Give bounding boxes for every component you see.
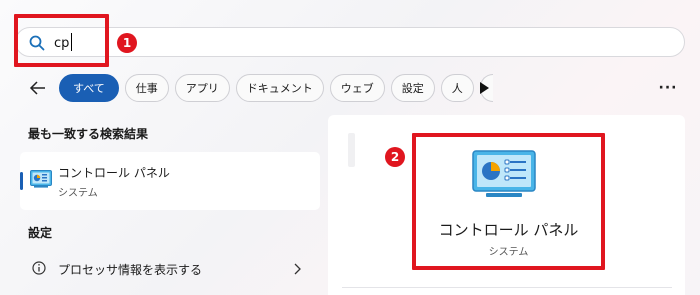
best-match-subtitle: システム — [58, 188, 98, 199]
preview-strip — [348, 133, 355, 167]
filter-chip-web[interactable]: ウェブ — [329, 74, 385, 102]
settings-heading: 設定 — [28, 226, 53, 240]
best-match-name: コントロール パネル — [58, 166, 170, 180]
filter-chip-all[interactable]: すべて — [59, 74, 119, 102]
play-icon[interactable] — [478, 81, 490, 95]
filter-chip-people[interactable]: 人 — [440, 74, 474, 102]
back-arrow-icon[interactable] — [28, 78, 48, 98]
filter-chip-apps[interactable]: アプリ — [174, 74, 230, 102]
setting-item-processor-info[interactable]: プロセッサ情報を表示する — [20, 254, 320, 284]
info-icon — [32, 261, 46, 275]
filter-chip-settings[interactable]: 設定 — [390, 74, 435, 102]
control-panel-icon — [30, 170, 52, 188]
filter-chip-documents[interactable]: ドキュメント — [235, 74, 324, 102]
step-badge-1: 1 — [117, 33, 137, 53]
best-match-result[interactable]: コントロール パネル システム — [20, 152, 320, 210]
step-badge-2: 2 — [385, 147, 405, 167]
selection-indicator — [20, 172, 23, 190]
highlight-box-preview — [412, 133, 605, 270]
more-options-icon[interactable]: ··· — [658, 78, 678, 98]
best-match-heading: 最も一致する検索結果 — [28, 127, 149, 141]
chevron-right-icon — [294, 263, 301, 275]
filter-chips: すべて 仕事 アプリ ドキュメント ウェブ 設定 人 — [59, 74, 493, 102]
preview-divider — [342, 287, 672, 288]
setting-item-label: プロセッサ情報を表示する — [58, 263, 203, 277]
highlight-box-search — [14, 14, 109, 67]
filter-chip-work[interactable]: 仕事 — [124, 74, 169, 102]
